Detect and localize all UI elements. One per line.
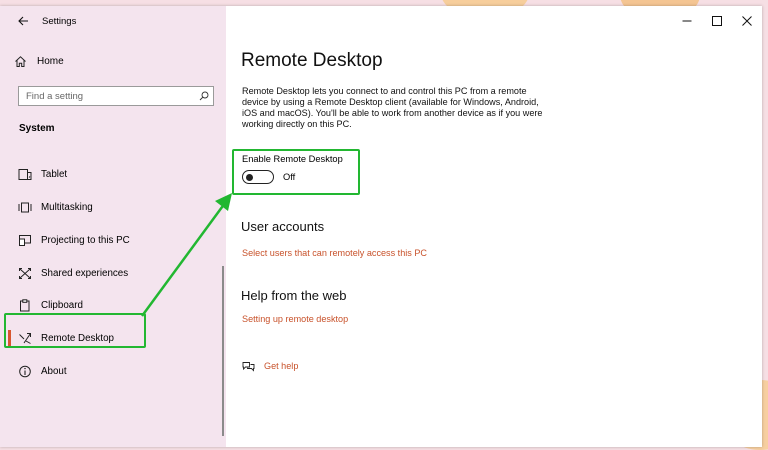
shared-experiences-icon [17,265,33,281]
tablet-icon [17,166,33,182]
sidebar-item-shared-experiences[interactable]: Shared experiences [6,259,224,287]
info-icon [17,363,33,379]
sidebar-item-multitasking[interactable]: Multitasking [6,193,224,221]
back-arrow-icon [17,16,28,26]
titlebar: Settings [0,6,226,36]
back-button[interactable] [8,6,38,36]
sidebar-item-label: Shared experiences [41,267,129,279]
search-input[interactable] [19,88,195,104]
sidebar-item-label: About [41,365,67,377]
chat-help-icon [242,362,255,372]
search-box[interactable] [18,86,214,106]
home-icon [15,55,26,67]
get-help-row[interactable]: Get help [242,360,298,372]
sidebar-item-label: Clipboard [41,299,83,311]
remote-desktop-highlight-box [4,313,146,348]
sidebar-item-tablet[interactable]: Tablet [6,160,224,188]
help-heading: Help from the web [241,288,347,303]
section-title: System [19,123,55,134]
minimize-button[interactable] [672,6,702,36]
app-title: Settings [42,15,77,27]
sidebar-item-about[interactable]: About [6,357,224,385]
clipboard-icon [17,297,33,313]
sidebar-item-label: Home [37,55,64,67]
main-content: Remote Desktop Remote Desktop lets you c… [226,6,762,447]
get-help-link[interactable]: Get help [264,361,298,371]
maximize-icon [712,16,722,26]
sidebar-item-home[interactable]: Home [14,50,64,72]
sidebar-scrollbar[interactable] [222,266,224,436]
minimize-icon [682,20,692,22]
page-title: Remote Desktop [241,50,383,71]
page-description: Remote Desktop lets you connect to and c… [242,86,543,129]
maximize-button[interactable] [702,6,732,36]
multitasking-icon [17,199,33,215]
close-button[interactable] [732,6,762,36]
sidebar-item-projecting[interactable]: Projecting to this PC [6,226,224,254]
search-icon[interactable] [195,91,213,101]
window-controls [672,6,762,36]
select-users-link[interactable]: Select users that can remotely access th… [242,248,427,258]
user-accounts-heading: User accounts [241,219,325,234]
sidebar: Settings Home System [0,6,226,447]
setting-up-remote-desktop-link[interactable]: Setting up remote desktop [242,314,348,324]
projecting-icon [17,232,33,248]
sidebar-item-label: Tablet [41,168,68,180]
settings-window: Settings Home System [0,6,762,447]
sidebar-item-label: Multitasking [41,201,93,213]
sidebar-item-label: Projecting to this PC [41,234,130,246]
toggle-highlight-box [232,149,360,195]
close-icon [742,16,752,26]
